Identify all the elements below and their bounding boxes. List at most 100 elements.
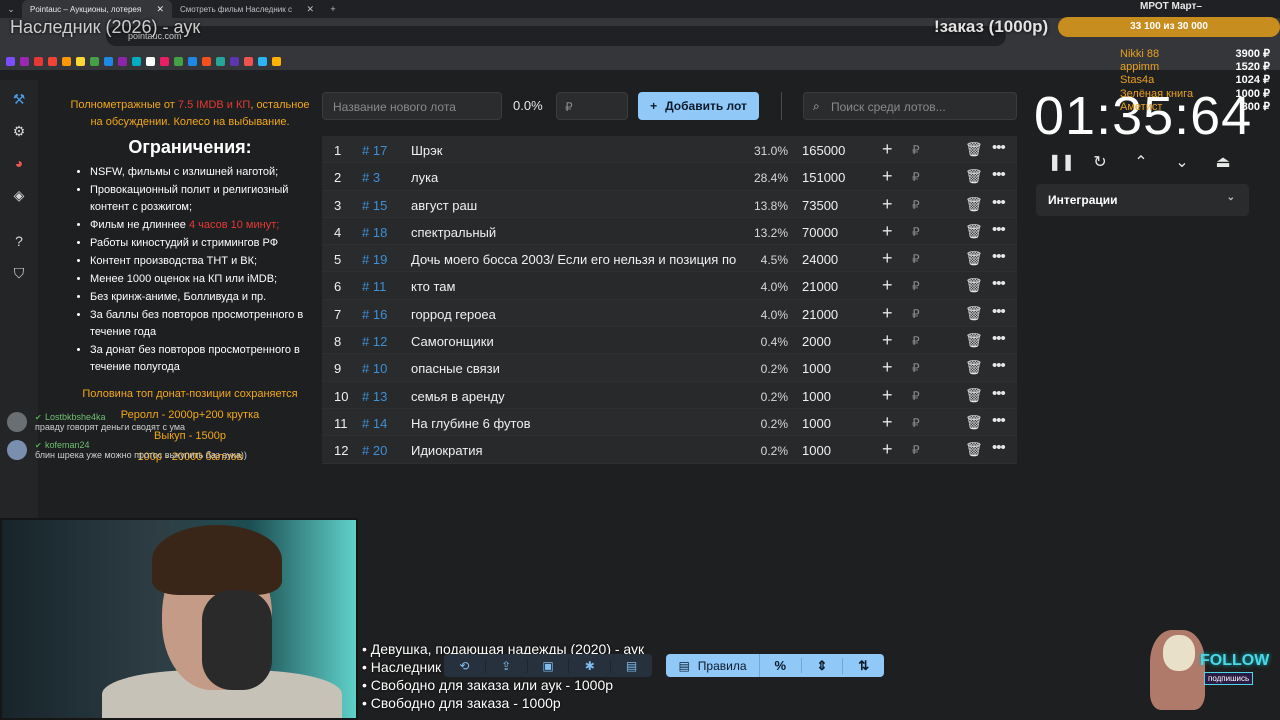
history-icon[interactable]: ⟲ <box>444 658 486 673</box>
lot-id[interactable]: # 3 <box>362 170 380 185</box>
lot-amount[interactable]: 70000 <box>802 225 838 240</box>
amount-field[interactable]: ₽ <box>912 170 920 184</box>
amount-field[interactable]: ₽ <box>912 252 920 266</box>
lot-id[interactable]: # 15 <box>362 198 387 213</box>
more-icon[interactable]: ••• <box>992 330 1006 347</box>
lot-id[interactable]: # 18 <box>362 225 387 240</box>
chevron-up-icon[interactable]: ⌃ <box>1130 152 1152 172</box>
add-amount-icon[interactable]: + <box>882 166 893 187</box>
lot-id[interactable]: # 10 <box>362 361 387 376</box>
amount-field[interactable]: ₽ <box>912 307 920 321</box>
lot-id[interactable]: # 11 <box>362 279 386 294</box>
bookmark-icon[interactable] <box>258 56 267 66</box>
add-amount-icon[interactable]: + <box>882 221 893 242</box>
compress-icon[interactable]: ⇕ <box>802 657 844 674</box>
bookmark-icon[interactable] <box>90 56 99 66</box>
lot-amount[interactable]: 21000 <box>802 307 838 322</box>
amount-field[interactable]: ₽ <box>912 143 920 157</box>
double-up-icon[interactable]: ⏏ <box>1212 152 1234 172</box>
lot-id[interactable]: # 13 <box>362 389 387 404</box>
amount-field[interactable]: ₽ <box>912 416 920 430</box>
add-amount-icon[interactable]: + <box>882 194 893 215</box>
chevron-down-icon[interactable]: ⌄ <box>1171 152 1193 172</box>
amount-field[interactable]: ₽ <box>912 279 920 293</box>
rules-button[interactable]: ▤ Правила <box>666 654 760 677</box>
hammer-icon[interactable]: ⚒ <box>10 90 28 108</box>
add-amount-icon[interactable]: + <box>882 303 893 324</box>
bookmark-icon[interactable] <box>188 56 197 66</box>
lot-amount[interactable]: 151000 <box>802 170 845 185</box>
more-icon[interactable]: ••• <box>992 357 1006 374</box>
bookmark-icon[interactable] <box>160 56 169 66</box>
new-lot-input[interactable]: Название нового лота <box>322 92 502 120</box>
lot-amount[interactable]: 2000 <box>802 334 831 349</box>
address-bar[interactable]: pointauc.com <box>106 26 1006 46</box>
lot-name[interactable]: семья в аренду <box>411 389 739 404</box>
lot-id[interactable]: # 12 <box>362 334 387 349</box>
amount-field[interactable]: ₽ <box>912 389 920 403</box>
lot-name[interactable]: Идиократия <box>411 443 739 458</box>
percent-toggle[interactable]: % <box>760 658 802 673</box>
lot-id[interactable]: # 17 <box>362 143 387 158</box>
add-amount-icon[interactable]: + <box>882 275 893 296</box>
close-tab-icon[interactable]: ✕ <box>156 4 164 15</box>
trash-icon[interactable]: 🗑 <box>965 168 983 185</box>
integrations-dropdown[interactable]: Интеграции ⌄ <box>1036 184 1249 216</box>
trash-icon[interactable]: 🗑 <box>965 141 983 158</box>
save-icon[interactable]: ▣ <box>528 658 570 673</box>
trash-icon[interactable]: 🗑 <box>965 387 983 404</box>
more-icon[interactable]: ••• <box>992 303 1006 320</box>
add-lot-button[interactable]: + Добавить лот <box>638 92 759 120</box>
lot-amount[interactable]: 73500 <box>802 198 838 213</box>
more-icon[interactable]: ••• <box>992 275 1006 292</box>
add-amount-icon[interactable]: + <box>882 412 893 433</box>
lot-name[interactable]: Самогонщики <box>411 334 739 349</box>
help-icon[interactable]: ? <box>10 232 28 250</box>
lot-amount[interactable]: 1000 <box>802 416 831 431</box>
trash-icon[interactable]: 🗑 <box>965 223 983 240</box>
bookmark-icon[interactable] <box>272 56 281 66</box>
lot-name[interactable]: спектральный <box>411 225 739 240</box>
lot-name[interactable]: опасные связи <box>411 361 739 376</box>
lot-amount[interactable]: 165000 <box>802 143 845 158</box>
lot-id[interactable]: # 14 <box>362 416 387 431</box>
amount-input[interactable]: ₽ <box>556 92 628 120</box>
clear-list-icon[interactable]: ▤ <box>611 659 652 673</box>
lot-amount[interactable]: 24000 <box>802 252 838 267</box>
trash-icon[interactable]: 🗑 <box>965 414 983 431</box>
bookmark-icon[interactable] <box>202 56 211 66</box>
amount-field[interactable]: ₽ <box>912 198 920 212</box>
bookmark-icon[interactable] <box>62 56 71 66</box>
share-icon[interactable]: ⇪ <box>486 658 528 673</box>
bookmark-icon[interactable] <box>118 56 127 66</box>
bookmark-icon[interactable] <box>216 56 225 66</box>
trash-icon[interactable]: 🗑 <box>965 332 983 349</box>
bookmark-icon[interactable] <box>146 56 155 66</box>
add-amount-icon[interactable]: + <box>882 385 893 406</box>
wheel-icon[interactable]: ◕ <box>10 154 28 172</box>
lot-amount[interactable]: 1000 <box>802 389 831 404</box>
lot-name[interactable]: Дочь моего босса 2003/ Если его нельзя и… <box>411 252 739 267</box>
bookmark-icon[interactable] <box>6 56 15 66</box>
amount-field[interactable]: ₽ <box>912 225 920 239</box>
lot-amount[interactable]: 21000 <box>802 279 838 294</box>
shield-icon[interactable]: ⛉ <box>10 264 28 282</box>
lot-name[interactable]: лука <box>411 170 739 185</box>
trash-icon[interactable]: 🗑 <box>965 196 983 213</box>
trash-icon[interactable]: 🗑 <box>965 359 983 376</box>
add-amount-icon[interactable]: + <box>882 248 893 269</box>
bookmark-icon[interactable] <box>244 56 253 66</box>
lot-amount[interactable]: 1000 <box>802 361 831 376</box>
search-input[interactable]: ⌕ Поиск среди лотов... <box>803 92 1017 120</box>
bookmark-icon[interactable] <box>230 56 239 66</box>
lot-id[interactable]: # 20 <box>362 443 387 458</box>
lot-amount[interactable]: 1000 <box>802 443 831 458</box>
lot-name[interactable]: кто там <box>411 279 739 294</box>
bookmark-icon[interactable] <box>34 56 43 66</box>
bookmark-icon[interactable] <box>174 56 183 66</box>
lot-name[interactable]: август раш <box>411 198 739 213</box>
add-amount-icon[interactable]: + <box>882 139 893 160</box>
lot-id[interactable]: # 19 <box>362 252 387 267</box>
lot-name[interactable]: На глубине 6 футов <box>411 416 739 431</box>
bookmark-icon[interactable] <box>48 56 57 66</box>
